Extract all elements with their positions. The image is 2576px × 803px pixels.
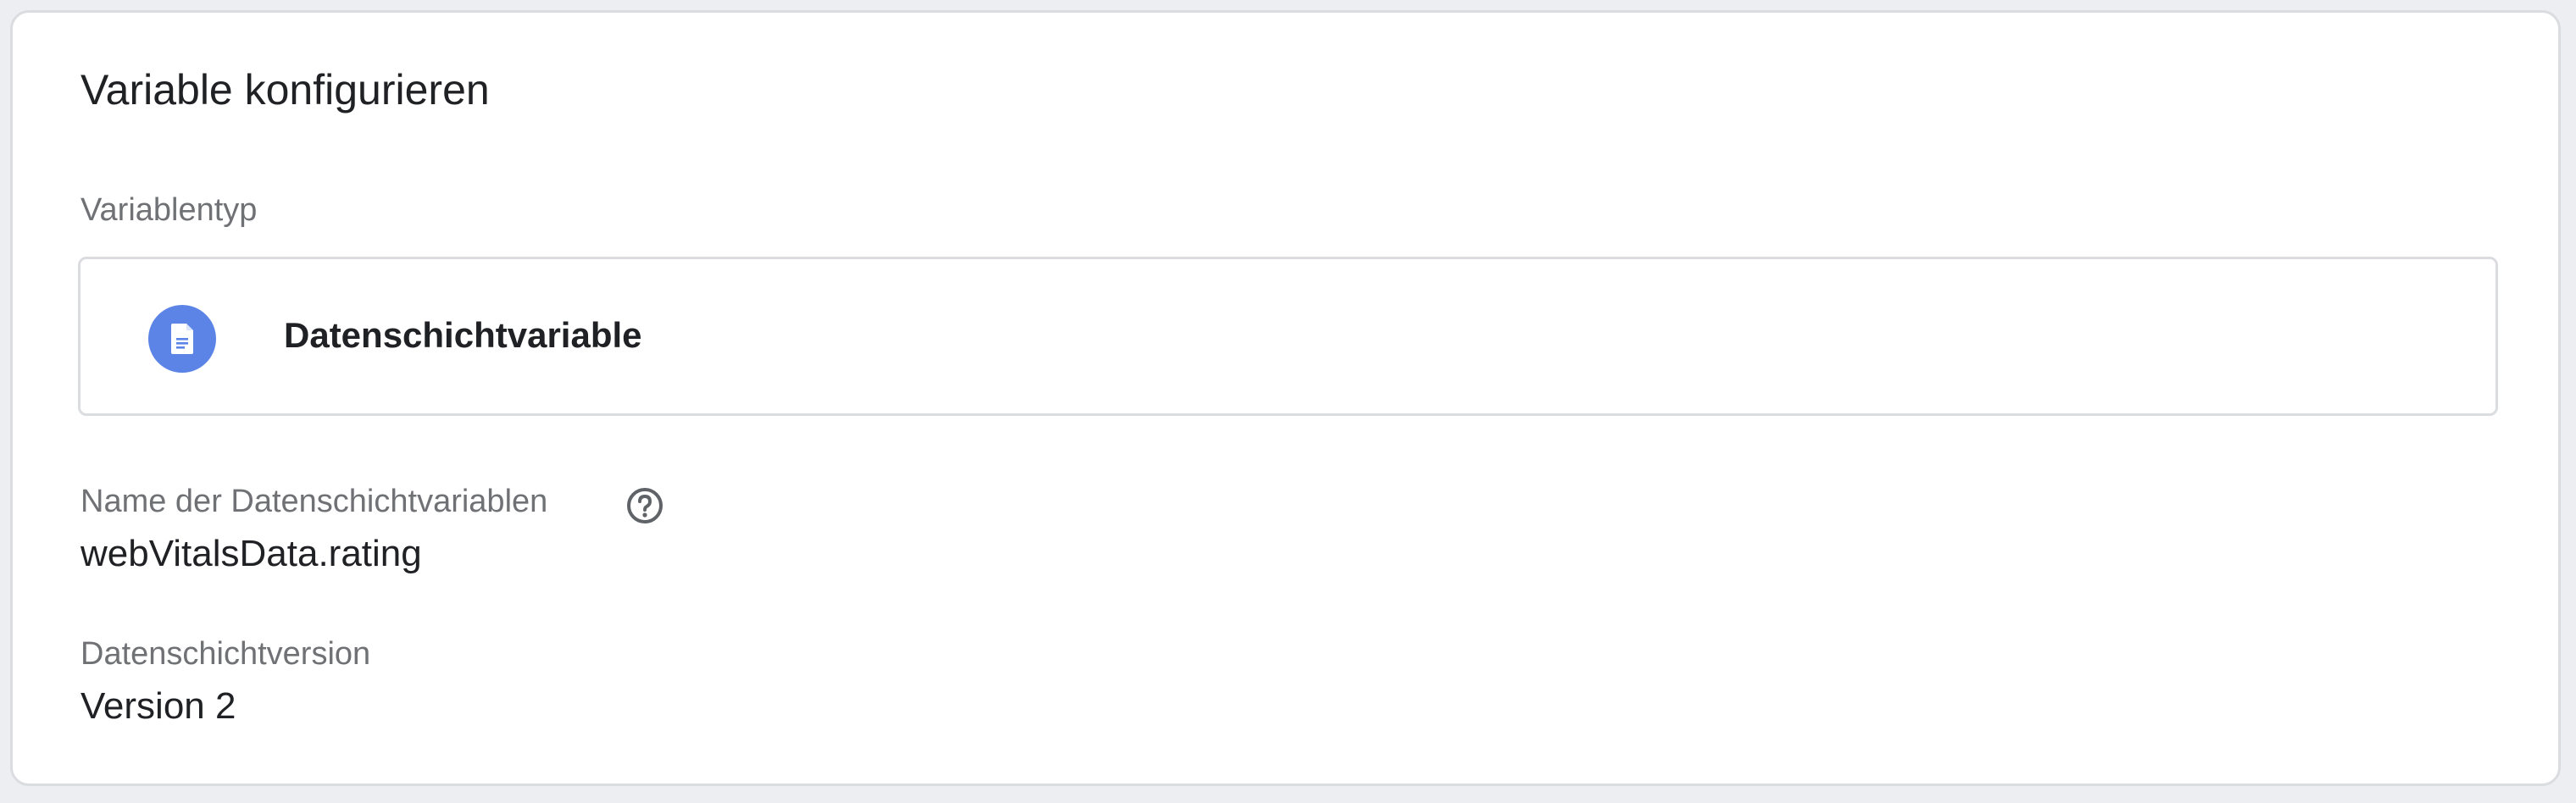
variable-name-value: webVitalsData.rating bbox=[80, 533, 422, 574]
variable-type-label: Variablentyp bbox=[80, 192, 258, 228]
variable-name-label: Name der Datenschichtvariablen bbox=[80, 484, 548, 519]
data-layer-version-label: Datenschichtversion bbox=[80, 636, 371, 672]
variable-type-selector[interactable]: Datenschichtvariable bbox=[78, 257, 2498, 416]
variable-type-name: Datenschichtvariable bbox=[284, 315, 642, 355]
card-title: Variable konfigurieren bbox=[80, 66, 490, 114]
data-layer-version-value: Version 2 bbox=[80, 685, 236, 727]
document-icon bbox=[148, 305, 216, 373]
help-circle-icon[interactable] bbox=[625, 485, 665, 526]
configure-variable-card: Variable konfigurieren Variablentyp Date… bbox=[10, 10, 2561, 786]
